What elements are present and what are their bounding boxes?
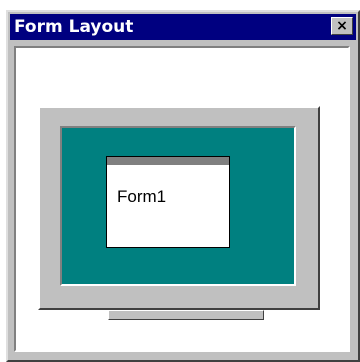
layout-canvas: Form1	[14, 46, 350, 352]
window-title: Form Layout	[14, 17, 134, 37]
monitor-icon: Form1	[38, 106, 320, 310]
form1-thumbnail-titlebar	[107, 157, 229, 165]
form1-label: Form1	[117, 187, 167, 206]
title-bar[interactable]: Form Layout ×	[10, 14, 356, 40]
close-icon: ×	[336, 18, 348, 34]
close-button[interactable]: ×	[331, 17, 353, 35]
form-layout-window: Form Layout × Form1	[6, 10, 360, 362]
top-edge	[0, 0, 360, 10]
form1-thumbnail[interactable]: Form1	[106, 156, 230, 248]
monitor-screen: Form1	[60, 126, 296, 286]
monitor-stand	[108, 310, 264, 320]
